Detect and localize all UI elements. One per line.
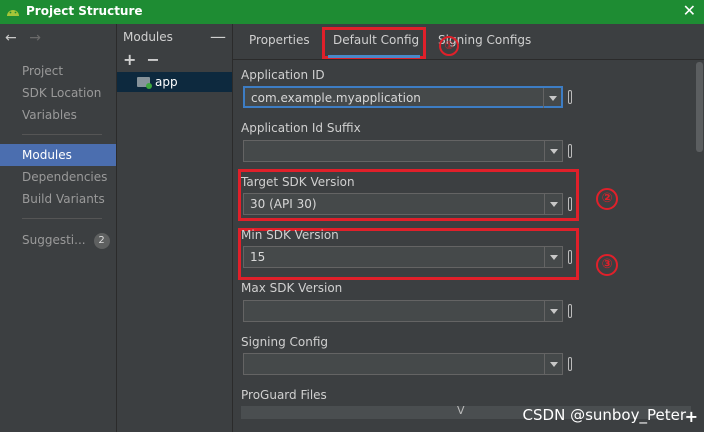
- nav-item-build-variants[interactable]: Build Variants: [0, 188, 116, 210]
- tab-default-config[interactable]: Default Config: [333, 33, 419, 47]
- dropdown-arrow-icon[interactable]: [543, 88, 561, 108]
- remove-module-icon[interactable]: −: [146, 50, 159, 69]
- nav-item-variables[interactable]: Variables: [0, 104, 116, 126]
- min-sdk-label: Min SDK Version: [241, 228, 339, 242]
- nav-divider: [22, 134, 102, 135]
- nav-divider: [22, 218, 102, 219]
- min-sdk-value: 15: [250, 250, 266, 264]
- module-folder-icon: [137, 77, 152, 89]
- modules-header: Modules: [123, 30, 173, 44]
- dropdown-arrow-icon[interactable]: [544, 301, 562, 321]
- forward-arrow-icon[interactable]: →: [29, 30, 41, 46]
- history-arrows: ← →: [5, 30, 41, 46]
- scrollbar-thumb[interactable]: [696, 62, 703, 152]
- title-bar: Project Structure ✕: [0, 0, 704, 24]
- annotation-circle-2: ②: [596, 188, 618, 210]
- application-id-label: Application ID: [241, 68, 325, 82]
- add-icon[interactable]: +: [685, 407, 698, 426]
- dropdown-arrow-icon[interactable]: [544, 141, 562, 161]
- active-tab-indicator: [328, 55, 420, 58]
- annotation-circle-3: ③: [596, 254, 618, 276]
- field-end-marker: [568, 304, 572, 318]
- suggestions-label: Suggesti...: [22, 233, 86, 247]
- android-icon: [7, 10, 19, 16]
- dropdown-arrow-icon[interactable]: [544, 194, 562, 214]
- dropdown-arrow-icon[interactable]: [544, 354, 562, 374]
- max-sdk-combo[interactable]: [243, 300, 563, 322]
- dropdown-arrow-icon[interactable]: [544, 247, 562, 267]
- signing-config-combo[interactable]: [243, 353, 563, 375]
- proguard-expand-glyph: V: [457, 404, 465, 417]
- close-icon[interactable]: ✕: [683, 2, 696, 20]
- max-sdk-label: Max SDK Version: [241, 281, 343, 295]
- default-config-form: Application ID com.example.myapplication…: [233, 60, 695, 432]
- nav-item-sdk-location[interactable]: SDK Location: [0, 82, 116, 104]
- application-id-value: com.example.myapplication: [251, 91, 421, 105]
- modules-toolbar: + −: [123, 50, 170, 69]
- modules-panel: Modules — + − app: [117, 24, 233, 432]
- target-sdk-value: 30 (API 30): [250, 197, 317, 211]
- annotation-circle-1: ①: [439, 36, 459, 56]
- nav-item-modules[interactable]: Modules: [0, 144, 116, 166]
- form-scrollbar[interactable]: [695, 60, 704, 432]
- proguard-files-label: ProGuard Files: [241, 388, 327, 402]
- left-nav: ← → Project SDK Location Variables Modul…: [0, 24, 117, 432]
- field-end-marker: [568, 144, 572, 158]
- minimize-icon[interactable]: —: [210, 27, 226, 46]
- nav-item-dependencies[interactable]: Dependencies: [0, 166, 116, 188]
- field-end-marker: [568, 357, 572, 371]
- target-sdk-combo[interactable]: 30 (API 30): [243, 193, 563, 215]
- field-end-marker: [568, 90, 572, 104]
- add-module-icon[interactable]: +: [123, 50, 136, 69]
- back-arrow-icon[interactable]: ←: [5, 30, 17, 46]
- tab-bar: Properties Default Config Signing Config…: [233, 24, 704, 60]
- window-title: Project Structure: [26, 4, 143, 18]
- watermark: CSDN @sunboy_Peter: [522, 406, 686, 424]
- signing-config-label: Signing Config: [241, 335, 329, 349]
- module-item-app[interactable]: app: [117, 72, 232, 92]
- tab-properties[interactable]: Properties: [249, 33, 310, 47]
- min-sdk-combo[interactable]: 15: [243, 246, 563, 268]
- module-item-label: app: [155, 75, 178, 89]
- application-id-suffix-label: Application Id Suffix: [241, 121, 361, 135]
- field-end-marker: [568, 250, 572, 264]
- main-panel: Properties Default Config Signing Config…: [233, 24, 704, 432]
- nav-item-project[interactable]: Project: [0, 60, 116, 82]
- application-id-combo[interactable]: com.example.myapplication: [243, 86, 563, 108]
- nav-item-suggestions[interactable]: Suggesti... 2: [0, 229, 116, 251]
- field-end-marker: [568, 197, 572, 211]
- suggestions-count-badge: 2: [93, 232, 110, 249]
- target-sdk-label: Target SDK Version: [241, 175, 355, 189]
- application-id-suffix-combo[interactable]: [243, 140, 563, 162]
